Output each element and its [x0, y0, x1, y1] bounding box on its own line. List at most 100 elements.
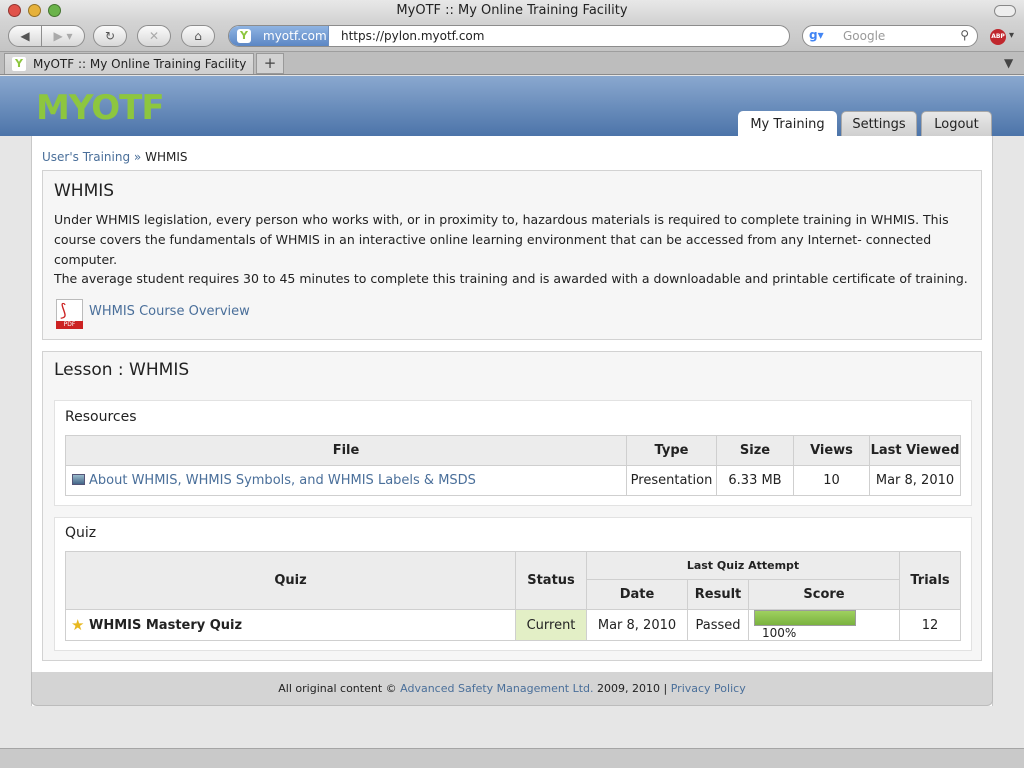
- quiz-score: 100%: [762, 626, 797, 640]
- site-badge-text: myotf.com: [263, 29, 327, 43]
- tab-favicon-icon: Y: [12, 57, 26, 71]
- footer-privacy-link[interactable]: Privacy Policy: [671, 682, 746, 695]
- page-viewport: MYOTF My Training Settings Logout User's…: [0, 76, 1024, 748]
- google-icon: g▾: [809, 28, 824, 42]
- toolbar-toggle-button[interactable]: [994, 5, 1016, 17]
- myotf-logo[interactable]: MYOTF: [36, 88, 165, 128]
- tab-my-training[interactable]: My Training: [738, 111, 837, 136]
- quiz-table: Quiz Status Last Quiz Attempt Trials Dat…: [65, 551, 961, 641]
- presentation-icon: [72, 474, 85, 485]
- course-description: Under WHMIS legislation, every person wh…: [54, 212, 949, 267]
- address-bar[interactable]: Y myotf.com https://pylon.myotf.com: [228, 25, 790, 47]
- quiz-trials: 12: [899, 609, 961, 641]
- col-last-viewed: Last Viewed: [869, 435, 961, 466]
- lesson-title: Lesson : WHMIS: [54, 360, 190, 380]
- back-arrow-icon: ◀: [20, 29, 30, 43]
- search-placeholder: Google: [843, 29, 886, 43]
- star-icon: ★: [71, 616, 85, 634]
- resource-file-cell: About WHMIS, WHMIS Symbols, and WHMIS La…: [65, 465, 627, 496]
- resource-size: 6.33 MB: [716, 465, 794, 496]
- browser-statusbar: [0, 748, 1024, 768]
- quiz-date: Mar 8, 2010: [586, 609, 688, 641]
- tab-settings[interactable]: Settings: [841, 111, 917, 136]
- resources-table: File Type Size Views Last Viewed About W…: [65, 435, 961, 496]
- table-row: ★ WHMIS Mastery Quiz Current Mar 8, 2010…: [65, 609, 961, 641]
- site-header: MYOTF My Training Settings Logout: [0, 76, 1024, 136]
- quiz-header-row: Quiz Status Last Quiz Attempt Trials: [65, 551, 961, 610]
- forward-arrow-icon: ▶ ▾: [53, 29, 73, 43]
- breadcrumb: User's Training » WHMIS: [42, 150, 187, 164]
- quiz-score-cell: 100%: [748, 609, 900, 641]
- col-size: Size: [716, 435, 794, 466]
- score-progress-bar: [754, 610, 856, 626]
- table-row: About WHMIS, WHMIS Symbols, and WHMIS La…: [65, 465, 961, 496]
- minimize-window-button[interactable]: [28, 4, 41, 17]
- search-field[interactable]: g▾ Google ⚲: [802, 25, 978, 47]
- quiz-section: Quiz Quiz Status Last Quiz Attempt Trial…: [54, 517, 972, 651]
- resource-file-link[interactable]: About WHMIS, WHMIS Symbols, and WHMIS La…: [89, 473, 476, 488]
- url-text: https://pylon.myotf.com: [341, 29, 485, 43]
- window-titlebar: MyOTF :: My Online Training Facility: [0, 0, 1024, 22]
- resource-last-viewed: Mar 8, 2010: [869, 465, 961, 496]
- window-title: MyOTF :: My Online Training Facility: [396, 3, 628, 18]
- pdf-icon[interactable]: ⟆ PDF: [56, 299, 83, 329]
- home-button[interactable]: ⌂: [181, 25, 215, 47]
- course-title: WHMIS: [54, 181, 115, 201]
- score-progress-fill: [755, 611, 855, 625]
- search-icon: ⚲: [960, 28, 969, 42]
- logo-text: MYOTF: [36, 88, 165, 128]
- quiz-heading: Quiz: [65, 525, 97, 541]
- footer-copyright: All original content ©: [278, 682, 397, 695]
- tab-logout-label: Logout: [934, 117, 979, 132]
- extensions-chevron-icon[interactable]: ▾: [1009, 30, 1014, 41]
- home-icon: ⌂: [194, 29, 202, 43]
- resources-heading: Resources: [65, 409, 137, 425]
- footer-company-link[interactable]: Advanced Safety Management Ltd.: [400, 682, 593, 695]
- col-result: Result: [687, 579, 749, 610]
- col-views: Views: [793, 435, 870, 466]
- tab-settings-label: Settings: [852, 117, 906, 132]
- resources-header-row: File Type Size Views Last Viewed: [65, 435, 961, 466]
- quiz-status: Current: [515, 609, 587, 641]
- tab-logout[interactable]: Logout: [921, 111, 992, 136]
- site-favicon-icon: Y: [237, 29, 251, 43]
- course-overview-link[interactable]: WHMIS Course Overview: [89, 304, 250, 319]
- col-last-quiz-attempt: Last Quiz Attempt: [586, 551, 900, 580]
- new-tab-button[interactable]: +: [256, 53, 284, 74]
- quiz-name-cell: ★ WHMIS Mastery Quiz: [65, 609, 516, 641]
- close-window-button[interactable]: [8, 4, 21, 17]
- zoom-window-button[interactable]: [48, 4, 61, 17]
- page-footer: All original content © Advanced Safety M…: [31, 672, 993, 706]
- stop-icon: ✕: [148, 29, 160, 43]
- stop-button[interactable]: ✕: [137, 25, 171, 47]
- col-status: Status: [515, 551, 587, 610]
- col-date: Date: [586, 579, 688, 610]
- forward-button[interactable]: ▶ ▾: [41, 25, 85, 47]
- site-identity-badge[interactable]: Y myotf.com: [229, 26, 329, 46]
- col-quiz: Quiz: [65, 551, 516, 610]
- reload-icon: ↻: [104, 29, 116, 43]
- col-type: Type: [626, 435, 717, 466]
- main-content: User's Training » WHMIS WHMIS Under WHMI…: [31, 136, 993, 706]
- tab-bar: Y MyOTF :: My Online Training Facility +…: [0, 51, 1024, 75]
- col-score: Score: [748, 579, 900, 610]
- tab-my-training-label: My Training: [750, 117, 825, 132]
- adblock-icon[interactable]: ABP: [990, 29, 1006, 45]
- new-tab-icon: +: [263, 54, 277, 72]
- breadcrumb-users-training[interactable]: User's Training: [42, 150, 130, 164]
- lesson-panel: Lesson : WHMIS Resources File Type Size …: [42, 351, 982, 661]
- breadcrumb-current: WHMIS: [145, 150, 188, 164]
- tab-title: MyOTF :: My Online Training Facility: [33, 57, 247, 71]
- tab-overflow-icon[interactable]: ▼: [1004, 56, 1013, 70]
- reload-button[interactable]: ↻: [93, 25, 127, 47]
- col-file: File: [65, 435, 627, 466]
- quiz-name[interactable]: WHMIS Mastery Quiz: [89, 618, 242, 633]
- course-panel: WHMIS Under WHMIS legislation, every per…: [42, 170, 982, 340]
- adblock-label: ABP: [991, 33, 1005, 40]
- footer-years: 2009, 2010 |: [597, 682, 668, 695]
- col-trials: Trials: [899, 551, 961, 610]
- quiz-result: Passed: [687, 609, 749, 641]
- course-duration-text: The average student requires 30 to 45 mi…: [54, 271, 968, 286]
- tab-myotf[interactable]: Y MyOTF :: My Online Training Facility: [4, 53, 254, 74]
- back-button[interactable]: ◀: [8, 25, 42, 47]
